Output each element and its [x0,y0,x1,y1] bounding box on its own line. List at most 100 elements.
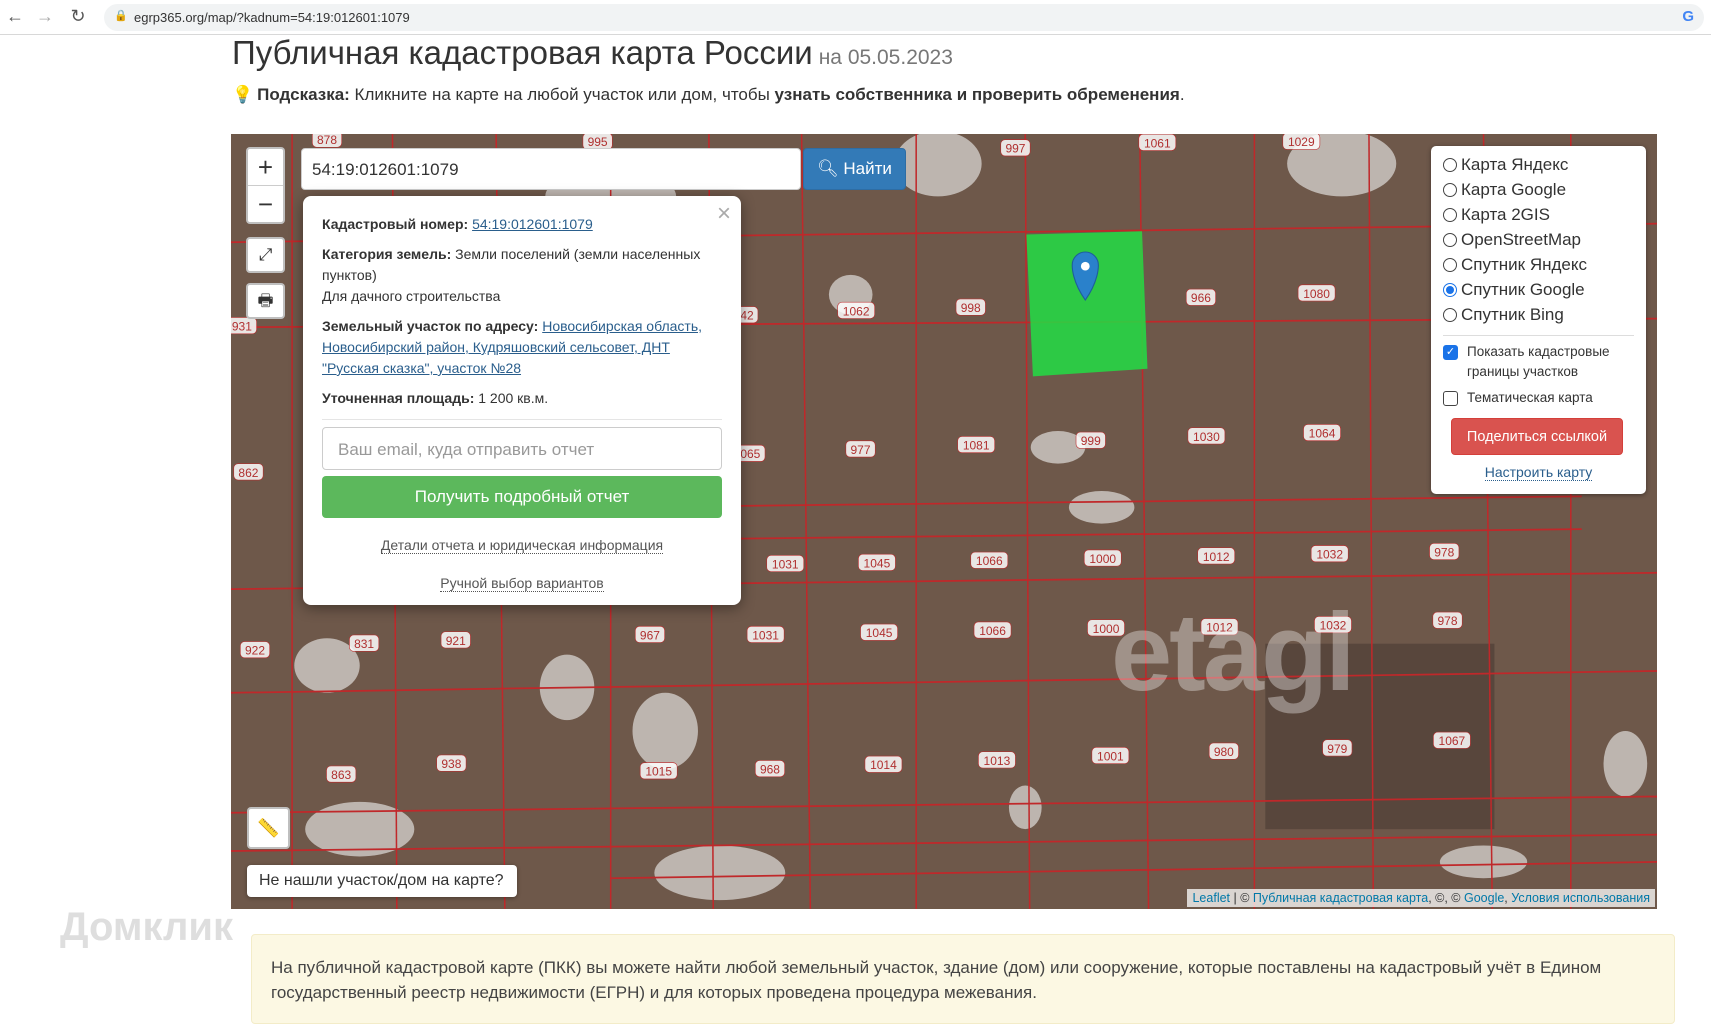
cadnum-label: Кадастровый номер: [322,216,469,232]
hint-bold: узнать собственника и проверить обремене… [774,85,1180,104]
layer-option[interactable]: Карта 2GIS [1443,202,1634,227]
layer-option-label: Спутник Яндекс [1461,254,1587,274]
google-icon[interactable]: G [1682,8,1694,25]
parcel-label: 921 [446,634,466,648]
layer-option[interactable]: Карта Google [1443,177,1634,202]
parcel-label: 1032 [1316,548,1343,562]
layer-option-label: Карта 2GIS [1461,204,1550,224]
print-button[interactable]: 🖶 [246,283,285,319]
parcel-label: 1030 [1193,430,1220,444]
parcel-label: 999 [1081,434,1101,448]
address-label: Земельный участок по адресу: [322,318,539,334]
divider [322,419,722,420]
parcel-label: 967 [640,628,660,642]
parcel-label: 1001 [1097,749,1124,763]
snow-patch [1439,845,1528,879]
info-box: На публичной кадастровой карте (ПКК) вы … [251,934,1675,1024]
parcel-label: 997 [1005,142,1025,156]
parcel-label: 1081 [963,438,990,452]
zoom-in-button[interactable]: + [248,149,283,186]
radio-icon[interactable] [1443,307,1457,322]
configure-map-link[interactable]: Настроить карту [1484,464,1593,481]
find-label: Найти [843,159,892,178]
radio-icon[interactable] [1443,282,1457,297]
email-input[interactable]: Ваш email, куда отправить отчет [322,427,722,470]
parcel-label: 1029 [1288,135,1315,149]
parcel-label: 977 [851,443,871,457]
checkbox-checked-icon[interactable]: ✓ [1443,345,1458,360]
radio-icon[interactable] [1443,157,1457,172]
layer-option[interactable]: Спутник Bing [1443,302,1634,327]
parcel-label: 065 [740,447,760,461]
layer-option[interactable]: Карта Яндекс [1443,152,1634,177]
parcel-label: 1000 [1089,552,1116,566]
map[interactable]: 878 995 997 1061 1029 1062 998 966 1080 931 42 862 0… [231,134,1657,909]
layer-option[interactable]: OpenStreetMap [1443,227,1634,252]
pkk-link[interactable]: Публичная кадастровая карта [1253,891,1428,905]
hint-label: Подсказка: [257,85,350,104]
arrow-right-icon[interactable]: → [34,6,56,27]
lightbulb-icon: 💡 [232,85,254,104]
cadnum-link[interactable]: 54:19:012601:1079 [472,216,593,232]
layer-option-label: Спутник Google [1461,279,1585,299]
get-report-button[interactable]: Получить подробный отчет [322,476,722,518]
layer-option[interactable]: Спутник Google [1443,277,1634,302]
search-icon: 🔍︎ [817,159,839,178]
checkbox-unchecked-icon[interactable] [1443,391,1458,406]
parcel-label: 1031 [752,628,779,642]
parcel-label: 966 [1191,291,1211,305]
show-boundaries-label: Показать кадастровые границы участков [1467,344,1610,379]
leaflet-link[interactable]: Leaflet [1192,891,1230,905]
info-text: На публичной кадастровой карте (ПКК) вы … [271,958,1602,1002]
layer-switcher: Карта Яндекс Карта Google Карта 2GIS OpenSt… [1431,146,1646,494]
zoom-out-button[interactable]: − [248,186,283,223]
parcel-label: 1066 [979,624,1006,638]
hint-end: . [1179,85,1185,104]
terms-link[interactable]: Условия использования [1511,891,1650,905]
cadastral-search-input[interactable]: 54:19:012601:1079 [301,148,801,190]
parcel-label: 979 [1327,742,1347,756]
not-found-button[interactable]: Не нашли участок/дом на карте? [247,865,517,897]
parcel-label: 1066 [976,554,1003,568]
ruler-button[interactable]: 📏 [247,807,290,849]
parcel-label: 1067 [1439,734,1466,748]
google-link[interactable]: Google [1464,891,1504,905]
hint: 💡 Подсказка: Кликните на карте на любой у… [232,85,1185,105]
fullscreen-button[interactable]: ⤢ [246,237,285,273]
hint-text: Кликните на карте на любой участок или д… [349,85,775,104]
parcel-label: 1062 [843,304,870,318]
divider [1443,335,1634,336]
snow-patch [1603,730,1648,797]
url-text: egrp365.org/map/?kadnum=54:19:012601:107… [134,10,410,25]
parcel-label: 831 [354,637,374,651]
thematic-label: Тематическая карта [1467,390,1593,405]
close-icon[interactable]: × [717,202,731,226]
arrow-left-icon[interactable]: ← [4,6,26,27]
manual-selection-link[interactable]: Ручной выбор вариантов [440,575,604,592]
layer-option[interactable]: Спутник Яндекс [1443,252,1634,277]
printer-icon: 🖶 [257,291,274,310]
report-details-link[interactable]: Детали отчета и юридическая информация [380,537,664,554]
show-boundaries-checkbox[interactable]: ✓ Показать кадастровые границы участков [1443,342,1634,382]
attrib-mid: , ©, © [1428,891,1464,905]
page-title: Публичная кадастровая карта России на 05.… [232,34,953,72]
parcel-label: 938 [441,757,461,771]
radio-icon[interactable] [1443,257,1457,272]
find-button[interactable]: 🔍︎ Найти [803,148,906,190]
layer-option-label: OpenStreetMap [1461,229,1582,249]
parcel-label: 1045 [866,626,893,640]
layer-option-label: Карта Яндекс [1461,154,1569,174]
title-date: на 05.05.2023 [818,46,953,69]
radio-icon[interactable] [1443,207,1457,222]
parcel-label: 878 [317,134,337,147]
expand-icon: ⤢ [258,245,273,264]
parcel-label: 1031 [772,557,799,571]
thematic-map-checkbox[interactable]: Тематическая карта [1443,388,1634,408]
reload-icon[interactable]: ↻ [67,6,89,27]
share-link-button[interactable]: Поделиться ссылкой [1451,418,1623,455]
ruler-icon: 📏 [257,818,280,838]
radio-icon[interactable] [1443,182,1457,197]
address-bar[interactable]: 🔒 egrp365.org/map/?kadnum=54:19:012601:1… [104,4,1704,31]
attrib-sep: | © [1230,891,1253,905]
radio-icon[interactable] [1443,232,1457,247]
